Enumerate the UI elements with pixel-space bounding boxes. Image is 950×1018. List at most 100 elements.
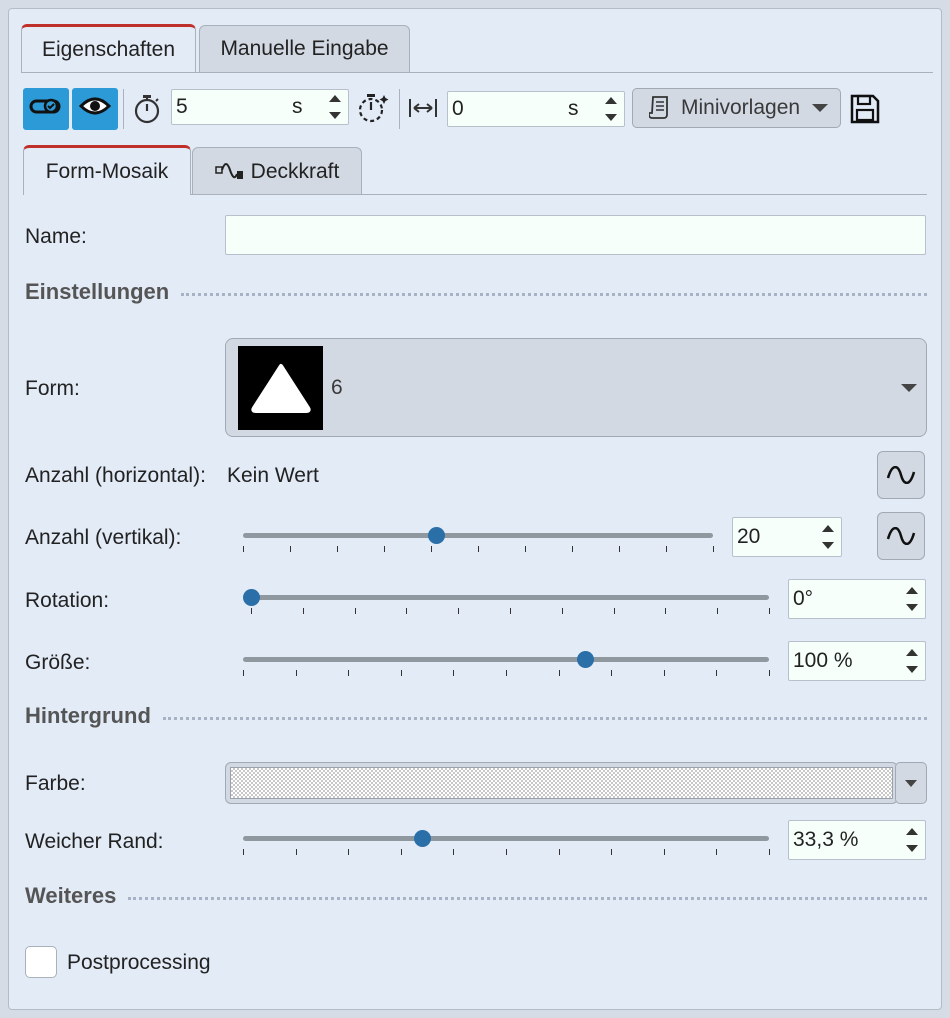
name-label: Name: <box>25 225 87 248</box>
duration-unit: s <box>292 95 303 118</box>
slider-tick <box>243 546 244 552</box>
size-field[interactable]: 100 % <box>788 641 926 681</box>
slider-tick <box>510 608 511 614</box>
shape-label: Form: <box>25 377 80 400</box>
slider-tick <box>337 546 338 552</box>
slider-tick <box>406 608 408 614</box>
tab-manual-input[interactable]: Manuelle Eingabe <box>199 25 410 72</box>
soft-edge-value: 33,3 % <box>793 828 859 851</box>
slider-tick <box>354 608 356 614</box>
stopwatch-icon <box>131 92 163 126</box>
slider-tick <box>716 849 718 855</box>
chevron-down-icon <box>812 104 829 112</box>
slider-thumb[interactable] <box>576 651 594 668</box>
vertical-count-field[interactable]: 20 <box>732 517 842 557</box>
slider-thumb[interactable] <box>427 527 445 544</box>
slider-tick <box>665 608 667 614</box>
soft-edge-slider[interactable] <box>243 828 770 858</box>
wave-curve-icon <box>886 527 916 545</box>
slider-tick <box>243 849 244 855</box>
section-divider <box>128 896 927 900</box>
slider-tick <box>619 546 620 552</box>
rotation-slider[interactable] <box>243 587 770 617</box>
tab-shape-mosaic-label: Form-Mosaik <box>45 159 169 183</box>
soft-edge-field[interactable]: 33,3 % <box>788 820 926 860</box>
color-picker[interactable] <box>225 762 898 804</box>
vertical-count-slider[interactable] <box>243 525 714 555</box>
horizontal-offset-icon <box>407 95 439 121</box>
slider-tick <box>243 670 244 676</box>
tab-opacity[interactable]: Deckkraft <box>192 147 362 195</box>
rotation-field[interactable]: 0° <box>788 579 926 619</box>
offset-value: 0 <box>452 97 464 120</box>
tab-properties-label: Eigenschaften <box>41 37 176 61</box>
settings-section-header: Einstellungen <box>25 277 927 307</box>
slider-thumb[interactable] <box>413 830 431 847</box>
slider-tick <box>400 849 402 855</box>
size-slider[interactable] <box>243 649 770 679</box>
color-swatch <box>230 767 893 799</box>
tab-manual-input-label: Manuelle Eingabe <box>220 37 389 60</box>
section-divider <box>181 292 927 296</box>
size-label: Größe: <box>25 651 91 674</box>
name-field[interactable] <box>225 215 926 255</box>
triangle-shape-icon <box>238 346 323 430</box>
slider-tick <box>561 608 563 614</box>
horizontal-animate-button[interactable] <box>877 451 925 499</box>
shape-dropdown[interactable]: 6 <box>225 338 927 437</box>
slider-tick <box>251 608 252 614</box>
template-scroll-icon <box>649 95 671 121</box>
more-section-header: Weiteres <box>25 881 927 911</box>
tab-opacity-label: Deckkraft <box>250 159 340 183</box>
timing-icon[interactable] <box>355 89 391 127</box>
slider-thumb[interactable] <box>243 589 260 606</box>
section-divider <box>162 716 927 720</box>
offset-unit: s <box>568 97 579 120</box>
duration-value: 5 <box>176 95 188 118</box>
opacity-wave-icon <box>214 159 245 185</box>
save-icon[interactable] <box>849 93 881 125</box>
settings-section-title: Einstellungen <box>25 279 170 304</box>
color-dropdown-button[interactable] <box>895 762 927 804</box>
size-stepper[interactable] <box>905 646 919 676</box>
slider-tick <box>663 670 665 676</box>
vertical-count-stepper[interactable] <box>821 522 835 552</box>
duration-stepper[interactable] <box>328 92 342 122</box>
shape-value: 6 <box>331 376 343 399</box>
slider-tick <box>348 670 350 676</box>
size-value: 100 % <box>793 649 853 672</box>
properties-panel: Eigenschaften Manuelle Eingabe 5 s 0 s M… <box>8 8 942 1010</box>
slider-tick <box>666 546 667 552</box>
duration-field[interactable]: 5 s <box>171 89 349 125</box>
vertical-count-label: Anzahl (vertikal): <box>25 526 182 549</box>
tab-shape-mosaic[interactable]: Form-Mosaik <box>23 145 191 195</box>
visibility-button[interactable] <box>72 88 118 130</box>
background-section-header: Hintergrund <box>25 701 927 731</box>
offset-stepper[interactable] <box>604 94 618 124</box>
mini-templates-dropdown[interactable]: Minivorlagen <box>632 88 841 128</box>
slider-tick <box>453 670 455 676</box>
offset-field[interactable]: 0 s <box>447 91 625 127</box>
link-toggle-button[interactable] <box>23 88 69 130</box>
tab-properties[interactable]: Eigenschaften <box>21 24 196 72</box>
slider-tick <box>506 849 507 855</box>
slider-tick <box>613 608 615 614</box>
horizontal-count-label: Anzahl (horizontal): <box>25 464 206 487</box>
slider-tick <box>295 849 297 855</box>
slider-tick <box>716 670 718 676</box>
postprocessing-checkbox[interactable] <box>25 946 57 978</box>
color-label: Farbe: <box>25 772 86 795</box>
slider-tick <box>458 608 460 614</box>
rotation-value: 0° <box>793 587 814 610</box>
slider-tick <box>611 849 613 855</box>
link-toggle-icon <box>29 95 63 123</box>
vertical-animate-button[interactable] <box>877 512 925 560</box>
soft-edge-label: Weicher Rand: <box>25 830 164 853</box>
toolbar-separator <box>399 89 400 129</box>
toolbar-separator <box>123 89 124 129</box>
slider-tick <box>713 546 714 552</box>
rotation-stepper[interactable] <box>905 584 919 614</box>
soft-edge-stepper[interactable] <box>905 825 919 855</box>
slider-tick <box>611 670 613 676</box>
horizontal-count-value: Kein Wert <box>227 464 319 487</box>
